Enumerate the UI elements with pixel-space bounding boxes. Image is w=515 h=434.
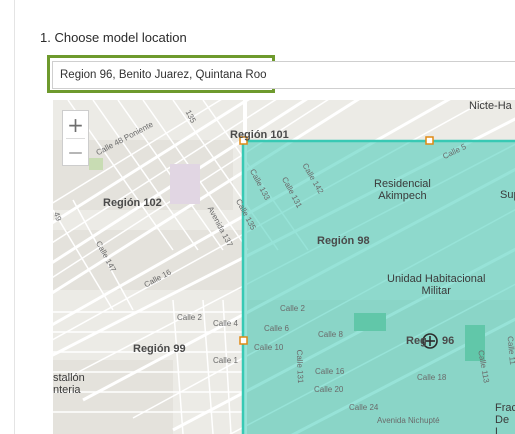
zoom-control: + — xyxy=(62,110,89,166)
institution-area xyxy=(170,164,200,204)
unidad-habitacional-label: Unidad Habitacional Militar xyxy=(387,273,486,297)
street-label: Calle 131 xyxy=(294,349,305,384)
street-label: Calle 8 xyxy=(318,330,343,339)
street-label: Calle 2 xyxy=(177,313,202,322)
stallon-label: stallón nteria xyxy=(53,372,85,396)
frac-label: Frac De L xyxy=(495,402,515,434)
park-area xyxy=(89,158,103,170)
sup-label: Sup xyxy=(500,189,515,201)
street-label: Calle 24 xyxy=(349,403,379,412)
street-label: Calle 4 xyxy=(213,319,238,328)
step-title: 1. Choose model location xyxy=(40,30,187,45)
street-label: Calle 16 xyxy=(315,367,345,376)
street-label: Avenida Nichupté xyxy=(377,416,440,425)
region-102-label: Región 102 xyxy=(103,197,162,209)
nicte-ha-label: Nicte-Ha xyxy=(469,100,512,112)
region-98-label: Región 98 xyxy=(317,235,370,247)
region-96-label-suffix: 96 xyxy=(442,335,455,347)
region-99-label: Región 99 xyxy=(133,343,186,355)
street-label: Calle 1 xyxy=(213,356,238,365)
selection-handle-n[interactable] xyxy=(425,136,434,145)
residencial-akimpech-label: Residencial Akimpech xyxy=(374,178,431,202)
street-label: Calle 20 xyxy=(314,385,344,394)
panel-left-border xyxy=(14,0,15,434)
region-96-label-prefix: Reg xyxy=(406,335,427,347)
map-view[interactable]: + — Región 101 Región 102 Región 98 Regi… xyxy=(53,100,515,434)
selection-handle-w[interactable] xyxy=(239,336,248,345)
street-label: Calle 18 xyxy=(417,373,447,382)
street-label: Calle 6 xyxy=(264,324,289,333)
location-input[interactable] xyxy=(52,61,515,89)
region-101-label: Región 101 xyxy=(230,129,289,141)
street-label: Calle 10 xyxy=(254,343,284,352)
street-label: Calle 11 xyxy=(505,335,515,366)
model-location-panel: 1. Choose model location Region 96, Beni… xyxy=(0,0,515,434)
zoom-out-button[interactable]: — xyxy=(63,139,88,166)
zoom-in-button[interactable]: + xyxy=(63,111,88,138)
street-label: Calle 2 xyxy=(280,304,305,313)
